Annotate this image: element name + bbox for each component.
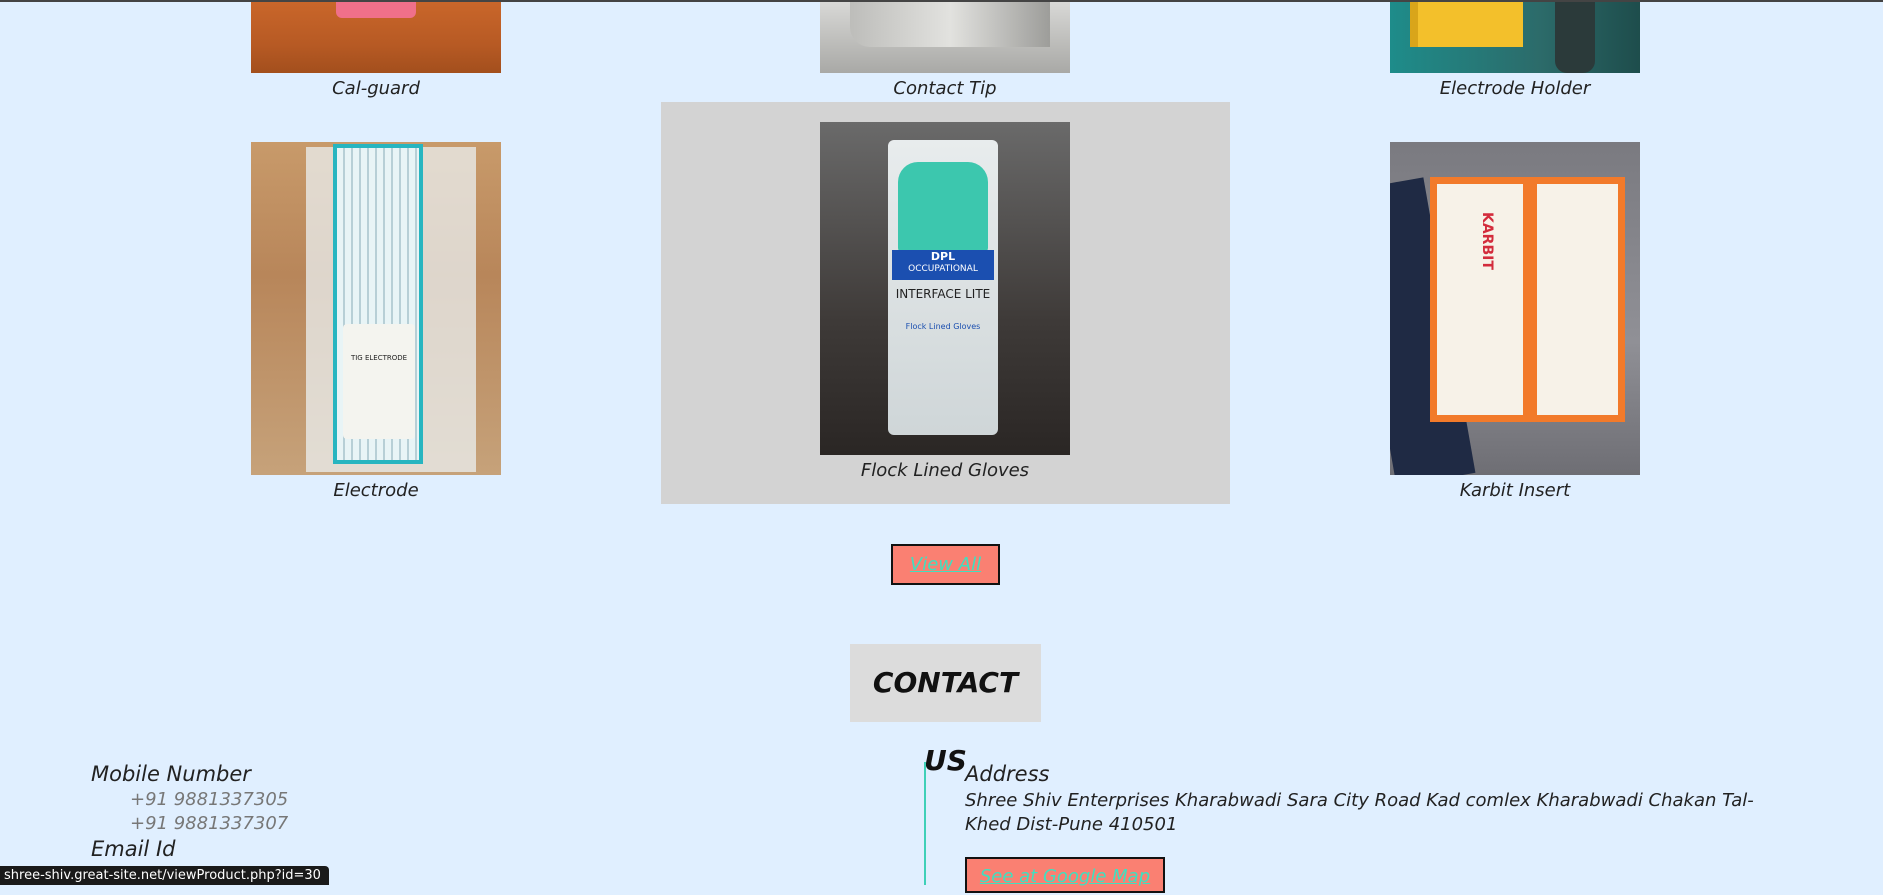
- google-map-button[interactable]: See at Google Map: [965, 857, 1165, 893]
- product-image-electrode[interactable]: TIG ELECTRODE: [251, 142, 501, 475]
- product-image-electrode-holder[interactable]: [1390, 2, 1640, 73]
- address-label: Address: [965, 762, 1050, 786]
- glove-brand: DPL OCCUPATIONAL: [892, 250, 994, 280]
- karbit-box-2: [1530, 177, 1625, 422]
- mobile-number-label: Mobile Number: [91, 762, 251, 786]
- tool-handle: [1555, 2, 1595, 73]
- electrode-label: TIG ELECTRODE: [343, 324, 415, 439]
- product-image-cal-guard[interactable]: [251, 2, 501, 73]
- email-id-label: Email Id: [91, 837, 176, 861]
- metal-box: [850, 2, 1050, 47]
- product-image-flock-lined-gloves[interactable]: DPL OCCUPATIONAL INTERFACE LITE Flock Li…: [820, 122, 1070, 455]
- contact-us-heading: CONTACT US: [850, 644, 1041, 777]
- glove-desc: Flock Lined Gloves: [905, 322, 981, 331]
- product-name[interactable]: Electrode: [176, 480, 576, 501]
- product-image-karbit-insert[interactable]: KARBIT: [1390, 142, 1640, 475]
- product-name[interactable]: Contact Tip: [745, 78, 1145, 99]
- glove-title: INTERFACE LITE: [895, 287, 991, 301]
- product-name[interactable]: Electrode Holder: [1315, 78, 1715, 99]
- glove-green: [898, 162, 988, 252]
- product-name[interactable]: Flock Lined Gloves: [745, 460, 1145, 481]
- product-image-contact-tip[interactable]: [820, 2, 1070, 73]
- status-bar-url: shree-shiv.great-site.net/viewProduct.ph…: [0, 866, 329, 885]
- address-text: Shree Shiv Enterprises Kharabwadi Sara C…: [965, 790, 1754, 835]
- phone-number-1[interactable]: +91 9881337305: [130, 789, 288, 810]
- pink-container: [336, 2, 416, 18]
- contact-divider: [924, 762, 926, 885]
- view-all-button[interactable]: View All: [891, 544, 1000, 585]
- product-name[interactable]: Karbit Insert: [1315, 480, 1715, 501]
- karbit-brand: KARBIT: [1479, 212, 1495, 270]
- yellow-package: [1410, 2, 1523, 47]
- phone-number-2[interactable]: +91 9881337307: [130, 813, 288, 834]
- product-name[interactable]: Cal-guard: [176, 78, 576, 99]
